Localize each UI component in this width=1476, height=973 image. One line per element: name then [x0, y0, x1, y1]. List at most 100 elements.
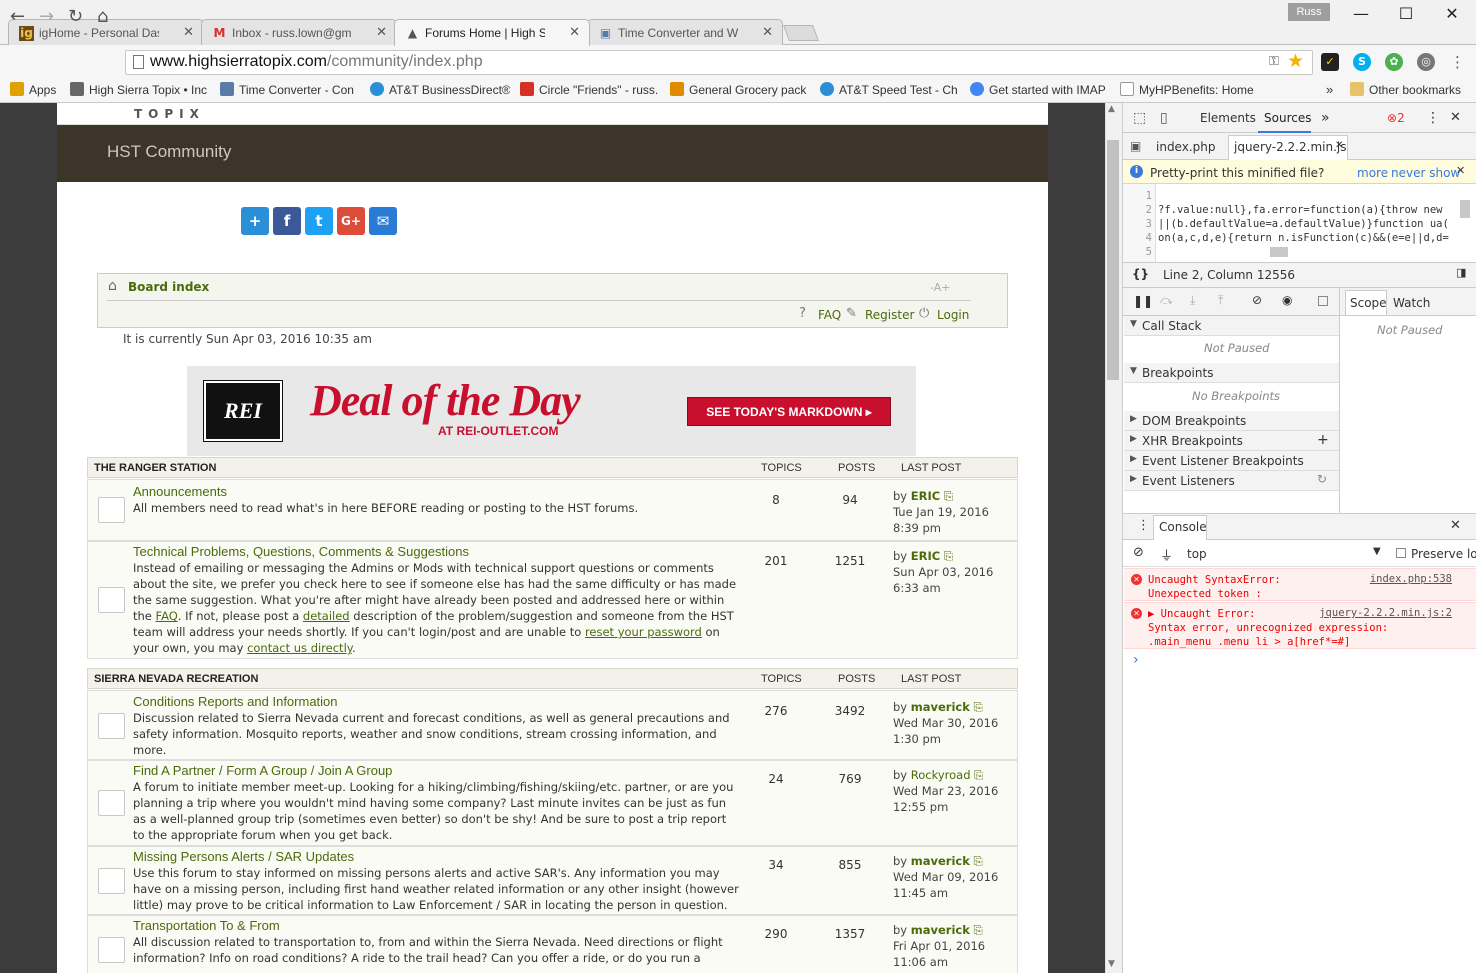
code-vscroll-thumb[interactable]: [1460, 200, 1470, 218]
add-xhr-breakpoint-icon[interactable]: +: [1317, 432, 1329, 448]
last-post-user[interactable]: ERIC: [911, 549, 940, 563]
close-tab-icon[interactable]: ✕: [762, 25, 773, 40]
tab-forums-home[interactable]: ▲ Forums Home | High Sierr ✕: [394, 19, 590, 46]
scroll-up-icon[interactable]: ▲: [1108, 104, 1115, 114]
code-hscroll-thumb[interactable]: [1270, 247, 1288, 257]
contact-link[interactable]: contact us directly: [247, 641, 352, 655]
maximize-button[interactable]: ☐: [1391, 4, 1421, 23]
bookmark-att-businessdirect[interactable]: AT&T BusinessDirect®: [370, 82, 510, 97]
tab-gmail[interactable]: M Inbox - russ.lown@gmail.c ✕: [201, 19, 397, 46]
tab-time-converter[interactable]: ▣ Time Converter and World ✕: [587, 19, 783, 46]
bookmark-general-grocery[interactable]: General Grocery pack: [670, 82, 810, 97]
tab-scope[interactable]: Scope: [1350, 296, 1387, 310]
tab-elements[interactable]: Elements: [1200, 111, 1256, 125]
pretty-print-more-link[interactable]: more: [1357, 166, 1388, 180]
board-index-link[interactable]: Board index: [128, 280, 209, 294]
step-over-icon[interactable]: ⤼: [1160, 293, 1173, 308]
devtools-menu-icon[interactable]: ⋮: [1426, 110, 1440, 126]
forum-title[interactable]: Missing Persons Alerts / SAR Updates: [133, 849, 354, 864]
category-title[interactable]: SIERRA NEVADA RECREATION: [94, 673, 258, 685]
email-icon[interactable]: ✉: [369, 207, 397, 235]
view-post-icon[interactable]: ⎘: [944, 489, 953, 503]
home-icon[interactable]: ⌂: [97, 6, 108, 27]
norton-extension-icon[interactable]: ✓: [1321, 53, 1339, 71]
view-post-icon[interactable]: ⎘: [974, 923, 983, 937]
font-size-icon[interactable]: -A+: [930, 281, 950, 294]
skype-extension-icon[interactable]: S: [1353, 53, 1371, 71]
last-post-user[interactable]: Rockyroad: [911, 768, 971, 782]
bookmark-time-converter[interactable]: Time Converter - Con: [220, 82, 360, 97]
bookmark-apps[interactable]: Apps: [10, 82, 70, 97]
bookmark-imap[interactable]: Get started with IMAP: [970, 82, 1110, 97]
inspect-icon[interactable]: ⬚: [1133, 110, 1146, 126]
view-post-icon[interactable]: ⎘: [974, 700, 983, 714]
step-out-icon[interactable]: ⤒: [1218, 293, 1223, 308]
close-file-icon[interactable]: ✕: [1335, 140, 1343, 151]
device-toolbar-icon[interactable]: ▯: [1160, 110, 1168, 126]
detailed-link[interactable]: detailed: [303, 609, 350, 623]
error-source-link[interactable]: index.php:538: [1370, 573, 1452, 585]
bookmark-myhpbenefits[interactable]: MyHPBenefits: Home: [1120, 82, 1260, 97]
reload-icon[interactable]: ↻: [68, 6, 83, 27]
event-listener-breakpoints-section[interactable]: ▶ Event Listener Breakpoints: [1124, 451, 1339, 471]
faq-link[interactable]: FAQ: [818, 308, 841, 322]
category-title[interactable]: THE RANGER STATION: [94, 462, 216, 474]
new-tab-button[interactable]: [783, 25, 819, 41]
close-tab-icon[interactable]: ✕: [376, 25, 387, 40]
reset-password-link[interactable]: reset your password: [585, 625, 702, 639]
ad-markdown-button[interactable]: SEE TODAY'S MARKDOWN ▸: [687, 397, 891, 426]
refresh-icon[interactable]: ↻: [1317, 472, 1327, 486]
tab-sources[interactable]: Sources: [1264, 111, 1311, 125]
star-icon[interactable]: ★: [1287, 50, 1304, 72]
context-dropdown-icon[interactable]: ▼: [1373, 546, 1381, 557]
toggle-debugger-icon[interactable]: ◨: [1456, 266, 1466, 279]
scroll-down-icon[interactable]: ▼: [1108, 959, 1115, 969]
site-logo[interactable]: TOPIX: [134, 107, 205, 121]
key-icon[interactable]: ⚿: [1269, 54, 1279, 69]
faq-link[interactable]: FAQ: [156, 609, 178, 623]
xhr-breakpoints-section[interactable]: ▶ XHR Breakpoints: [1124, 431, 1339, 451]
more-bookmarks-chevron-icon[interactable]: »: [1326, 82, 1333, 97]
console-prompt[interactable]: ›: [1133, 652, 1139, 668]
forum-title[interactable]: Conditions Reports and Information: [133, 694, 338, 709]
share-plus-icon[interactable]: +: [241, 207, 269, 235]
breakpoints-section[interactable]: ▼ Breakpoints: [1124, 363, 1339, 383]
pause-on-exceptions-icon[interactable]: ◉: [1282, 293, 1292, 307]
login-link[interactable]: Login: [937, 308, 969, 322]
more-tabs-icon[interactable]: »: [1321, 110, 1330, 126]
view-post-icon[interactable]: ⎘: [974, 768, 983, 782]
close-window-button[interactable]: ✕: [1437, 4, 1467, 23]
last-post-user[interactable]: ERIC: [911, 489, 940, 503]
forum-title[interactable]: Find A Partner / Form A Group / Join A G…: [133, 763, 392, 778]
preserve-log-checkbox[interactable]: [1396, 548, 1406, 558]
twitter-icon[interactable]: t: [305, 207, 333, 235]
last-post-user[interactable]: maverick: [911, 923, 970, 937]
url-text[interactable]: www.highsierratopix.com/community/index.…: [150, 53, 483, 71]
forum-title[interactable]: Technical Problems, Questions, Comments …: [133, 544, 469, 559]
never-show-link[interactable]: never show: [1391, 166, 1460, 180]
google-plus-icon[interactable]: G+: [337, 207, 365, 235]
pause-icon[interactable]: ❚❚: [1133, 294, 1153, 308]
back-icon[interactable]: ←: [10, 6, 25, 27]
scrollbar-thumb[interactable]: [1107, 140, 1119, 380]
community-title[interactable]: HST Community: [107, 142, 231, 162]
async-checkbox[interactable]: [1318, 296, 1328, 306]
context-selector[interactable]: top: [1187, 547, 1207, 561]
minimize-button[interactable]: —: [1346, 4, 1376, 23]
close-tab-icon[interactable]: ✕: [569, 25, 580, 40]
forum-title[interactable]: Announcements: [133, 484, 227, 499]
forward-icon[interactable]: →: [39, 6, 54, 27]
facebook-icon[interactable]: f: [273, 207, 301, 235]
dom-breakpoints-section[interactable]: ▶ DOM Breakpoints: [1124, 411, 1339, 431]
last-post-user[interactable]: maverick: [911, 700, 970, 714]
navigator-toggle-icon[interactable]: ▣: [1130, 139, 1141, 153]
view-post-icon[interactable]: ⎘: [944, 549, 953, 563]
profile-button[interactable]: Russ: [1288, 3, 1330, 21]
file-tab-jquery[interactable]: jquery-2.2.2.min.js: [1234, 140, 1346, 154]
bookmark-high-sierra-topix[interactable]: High Sierra Topix • Inc: [70, 82, 210, 97]
menu-icon[interactable]: ⋮: [1450, 53, 1465, 71]
error-count-badge[interactable]: ⊗2: [1387, 111, 1405, 125]
bookmark-circle-friends[interactable]: Circle "Friends" - russ.: [520, 82, 660, 97]
clear-console-icon[interactable]: ⊘: [1133, 545, 1144, 560]
last-post-user[interactable]: maverick: [911, 854, 970, 868]
